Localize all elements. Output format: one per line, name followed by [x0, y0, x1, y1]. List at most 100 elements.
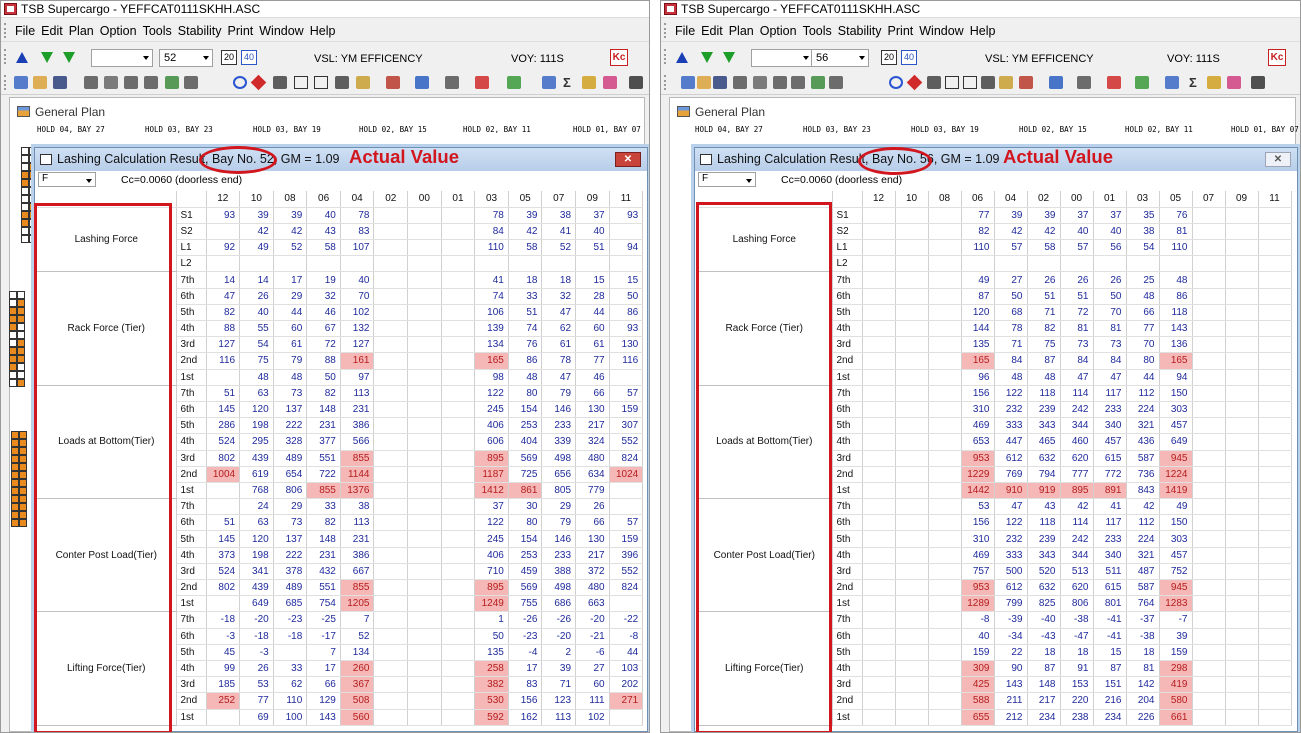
value-cell[interactable]: 57 — [1060, 239, 1094, 257]
value-cell[interactable] — [862, 304, 896, 322]
value-cell[interactable] — [1192, 384, 1226, 402]
value-cell[interactable]: 825 — [1027, 595, 1061, 613]
value-cell[interactable]: -17 — [306, 628, 341, 645]
value-cell[interactable] — [373, 255, 409, 273]
menu-stability[interactable]: Stability — [838, 24, 882, 38]
warning-icon[interactable] — [475, 76, 489, 89]
value-cell[interactable]: 88 — [306, 352, 341, 370]
value-cell[interactable] — [1192, 450, 1226, 467]
value-cell[interactable]: 110 — [1159, 239, 1193, 257]
value-cell[interactable] — [895, 239, 929, 257]
value-cell[interactable] — [1258, 352, 1292, 370]
value-cell[interactable] — [862, 288, 896, 305]
value-cell[interactable] — [609, 595, 644, 613]
value-cell[interactable] — [895, 660, 929, 678]
value-cell[interactable]: 44 — [575, 304, 610, 322]
value-cell[interactable]: 72 — [306, 336, 341, 354]
value-cell[interactable] — [862, 692, 896, 710]
value-cell[interactable] — [373, 482, 409, 500]
exceeded-value-cell[interactable]: 260 — [340, 660, 375, 678]
value-cell[interactable] — [1258, 450, 1292, 467]
exceeded-value-cell[interactable]: 1283 — [1159, 595, 1193, 613]
crane-icon[interactable] — [104, 76, 118, 89]
value-cell[interactable]: 48 — [239, 369, 274, 386]
menu-window[interactable]: Window — [259, 24, 303, 38]
value-cell[interactable]: 310 — [961, 530, 995, 548]
value-cell[interactable]: 96 — [961, 369, 995, 386]
value-cell[interactable] — [441, 239, 476, 257]
exceeded-value-cell[interactable]: 298 — [1159, 660, 1193, 678]
value-cell[interactable]: 457 — [1159, 417, 1193, 435]
value-cell[interactable]: 634 — [575, 466, 610, 483]
value-cell[interactable] — [1126, 255, 1160, 273]
value-cell[interactable] — [609, 369, 644, 386]
value-cell[interactable]: 27 — [994, 271, 1028, 289]
value-cell[interactable]: 107 — [340, 239, 375, 257]
value-cell[interactable]: 1 — [474, 611, 509, 629]
value-cell[interactable] — [1258, 369, 1292, 386]
value-cell[interactable] — [862, 628, 896, 645]
value-cell[interactable] — [407, 384, 442, 402]
exceeded-value-cell[interactable]: 425 — [961, 676, 995, 694]
value-cell[interactable] — [373, 579, 409, 597]
value-cell[interactable] — [862, 255, 896, 273]
value-cell[interactable]: 118 — [1027, 384, 1061, 402]
value-cell[interactable] — [407, 288, 442, 305]
value-cell[interactable]: 53 — [239, 676, 274, 694]
menu-file[interactable]: File — [15, 24, 35, 38]
value-cell[interactable]: 26 — [1060, 271, 1094, 289]
value-cell[interactable] — [862, 709, 896, 726]
exceeded-value-cell[interactable]: 508 — [340, 692, 375, 710]
value-cell[interactable] — [895, 450, 929, 467]
value-cell[interactable]: 87 — [1027, 660, 1061, 678]
value-cell[interactable]: 81 — [1093, 320, 1127, 338]
value-cell[interactable]: 373 — [206, 547, 241, 564]
weight-icon[interactable] — [981, 76, 995, 89]
value-cell[interactable]: 33 — [306, 498, 341, 516]
value-cell[interactable]: 86 — [1159, 288, 1193, 305]
move-down-icon[interactable] — [41, 52, 53, 63]
value-cell[interactable] — [1192, 482, 1226, 500]
value-cell[interactable] — [441, 628, 476, 645]
exceeded-value-cell[interactable]: 1289 — [961, 595, 995, 613]
value-cell[interactable]: 520 — [1027, 563, 1061, 581]
value-cell[interactable]: 432 — [306, 563, 341, 581]
value-cell[interactable]: 340 — [1093, 417, 1127, 435]
value-cell[interactable]: 54 — [239, 336, 274, 354]
scale-40-button[interactable]: 40 — [241, 50, 257, 65]
value-cell[interactable] — [373, 320, 409, 338]
sigma-icon[interactable]: Σ — [563, 75, 571, 90]
value-cell[interactable]: -38 — [1126, 628, 1160, 645]
stack-icon[interactable] — [273, 76, 287, 89]
exceeded-value-cell[interactable]: 165 — [1159, 352, 1193, 370]
value-cell[interactable]: 148 — [306, 530, 341, 548]
value-cell[interactable]: 217 — [575, 417, 610, 435]
value-cell[interactable] — [206, 482, 241, 500]
value-cell[interactable]: 92 — [206, 239, 241, 257]
value-cell[interactable] — [441, 644, 476, 661]
value-cell[interactable] — [1192, 709, 1226, 726]
value-cell[interactable]: 28 — [575, 288, 610, 305]
value-cell[interactable] — [1225, 369, 1259, 386]
value-cell[interactable]: 777 — [1060, 466, 1094, 483]
value-cell[interactable] — [862, 579, 896, 597]
value-cell[interactable]: 656 — [541, 466, 577, 483]
value-cell[interactable]: 649 — [1159, 433, 1193, 451]
value-cell[interactable] — [373, 692, 409, 710]
value-cell[interactable]: 340 — [1093, 547, 1127, 564]
value-cell[interactable] — [1225, 223, 1259, 241]
value-cell[interactable] — [273, 255, 308, 273]
value-cell[interactable]: 654 — [273, 466, 308, 483]
hatch-icon[interactable] — [124, 76, 138, 89]
value-cell[interactable]: 49 — [1159, 498, 1193, 516]
value-cell[interactable]: 211 — [994, 692, 1028, 710]
value-cell[interactable]: 757 — [961, 563, 995, 581]
value-cell[interactable] — [407, 709, 442, 726]
value-cell[interactable]: 480 — [575, 579, 610, 597]
value-cell[interactable]: 2 — [541, 644, 577, 661]
value-cell[interactable] — [1192, 628, 1226, 645]
value-cell[interactable] — [928, 401, 962, 419]
value-cell[interactable] — [373, 514, 409, 532]
value-cell[interactable] — [373, 417, 409, 435]
value-cell[interactable]: 70 — [1093, 304, 1127, 322]
